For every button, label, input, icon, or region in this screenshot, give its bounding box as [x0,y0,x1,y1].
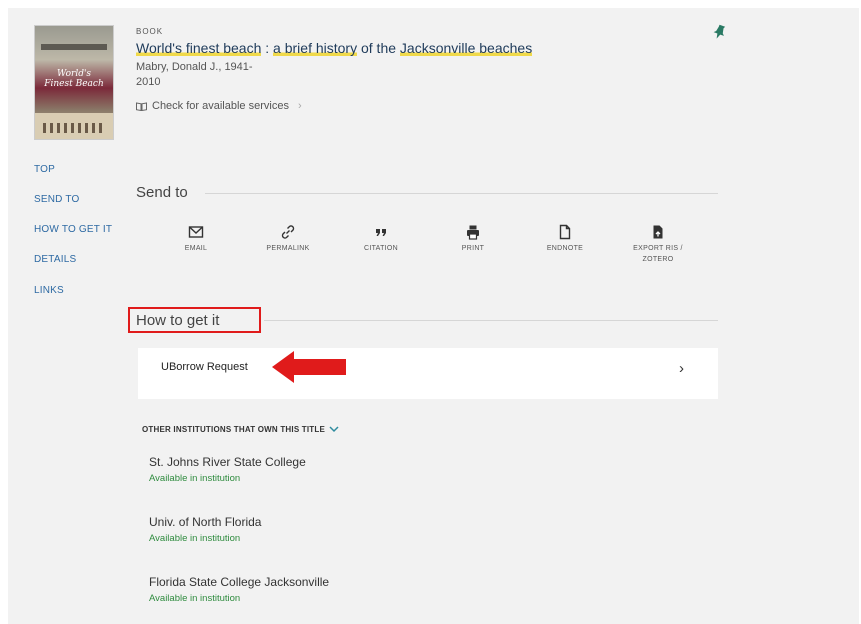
endnote-label: ENDNOTE [546,245,584,252]
book-icon [136,101,147,111]
permalink-label: PERMALINK [266,245,310,252]
export-label-line2: ZOTERO [642,256,674,263]
nav-send-to[interactable]: SEND TO [34,194,80,205]
printer-icon [467,225,479,240]
title-sep[interactable]: : [261,40,273,56]
institution-name: Florida State College Jacksonville [149,575,330,589]
cover-crowd-graphic [43,123,105,133]
print-label: PRINT [461,245,485,252]
nav-top[interactable]: TOP [34,164,55,175]
title-part1[interactable]: World's finest beach [136,40,262,56]
institution-item[interactable]: Florida State College Jacksonville Avail… [149,575,329,604]
quote-icon [376,229,386,236]
institution-status: Available in institution [149,473,241,484]
institution-name: St. Johns River State College [149,455,306,469]
availability-label: Check for available services [152,100,289,112]
cover-title-line1: World's [56,69,92,79]
institution-status: Available in institution [149,533,241,544]
title-part3[interactable]: Jacksonville beaches [399,40,533,56]
citation-label: CITATION [363,245,399,252]
pin-icon[interactable] [712,24,726,40]
institution-name: Univ. of North Florida [149,515,262,529]
export-label-line1: EXPORT RIS / [633,245,683,252]
institution-status: Available in institution [149,593,241,604]
record-title[interactable]: World's finest beach : a brief history o… [136,40,533,56]
send-email-button[interactable]: EMAIL [161,224,231,254]
send-to-divider [205,193,718,194]
institution-item[interactable]: Univ. of North Florida Available in inst… [149,515,261,544]
red-arrow-annotation-icon [272,351,346,383]
record-type: BOOK [136,27,164,36]
nav-how-to-get-it[interactable]: HOW TO GET IT [34,224,112,235]
uborrow-request-row[interactable]: UBorrow Request › [138,348,718,399]
chevron-down-icon [329,426,339,433]
uborrow-request-label: UBorrow Request [161,361,248,373]
send-export-ris-zotero-button[interactable]: EXPORT RIS / ZOTERO [623,224,693,265]
record-year: 2010 [136,76,161,88]
send-citation-button[interactable]: CITATION [346,224,416,254]
chevron-right-icon: › [297,100,302,112]
email-label: EMAIL [184,245,208,252]
cover-pier-graphic [41,44,107,50]
other-institutions-toggle[interactable]: OTHER INSTITUTIONS THAT OWN THIS TITLE [142,425,339,434]
record-author[interactable]: Mabry, Donald J., 1941- [136,61,253,73]
send-to-heading: Send to [136,184,188,201]
email-icon [188,226,204,238]
send-permalink-button[interactable]: PERMALINK [253,224,323,254]
send-print-button[interactable]: PRINT [438,224,508,254]
availability-link[interactable]: Check for available services › [136,100,302,112]
title-of[interactable]: of the [357,40,400,56]
nav-details[interactable]: DETAILS [34,254,76,265]
title-part2[interactable]: a brief history [273,40,358,56]
how-to-get-it-divider [264,320,718,321]
export-document-icon [653,225,663,239]
other-institutions-label: OTHER INSTITUTIONS THAT OWN THIS TITLE [142,425,325,434]
book-cover-thumbnail[interactable]: World's Finest Beach [34,25,114,140]
send-endnote-button[interactable]: ENDNOTE [530,224,600,254]
document-icon [559,224,571,240]
nav-links[interactable]: LINKS [34,285,64,296]
link-icon [281,225,295,239]
chevron-right-icon: › [679,360,684,377]
institution-item[interactable]: St. Johns River State College Available … [149,455,306,484]
highlight-box [128,307,261,333]
cover-title-line2: Finest Beach [44,79,104,89]
